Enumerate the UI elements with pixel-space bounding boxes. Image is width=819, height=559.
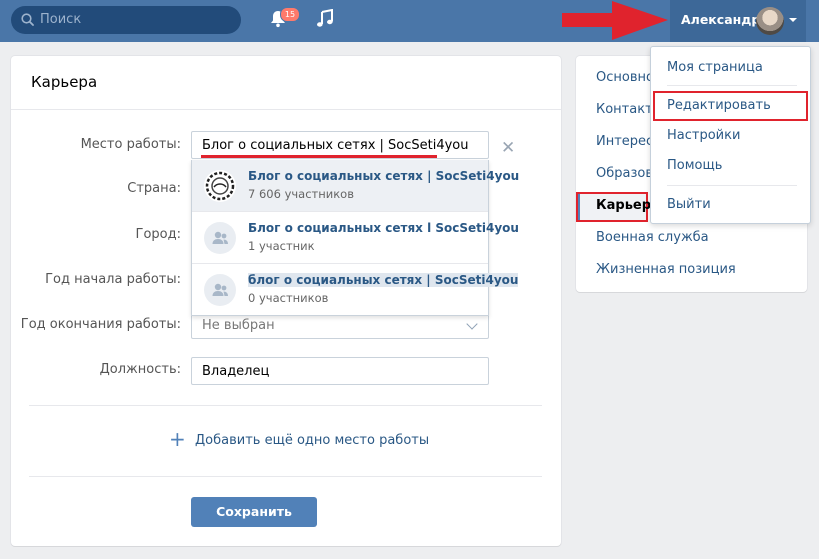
label-workplace: Место работы:	[80, 137, 181, 152]
sidebar-item-military[interactable]: Военная служба	[596, 230, 709, 245]
end-year-value: Не выбран	[202, 318, 275, 333]
chevron-down-icon	[466, 318, 478, 330]
label-end-year: Год окончания работы:	[20, 317, 181, 332]
position-value: Владелец	[202, 364, 270, 379]
group-logo-icon	[204, 170, 236, 202]
suggestion-item[interactable]: Блог о социальных сетях l SocSeti4you 1 …	[192, 212, 519, 263]
divider	[29, 476, 542, 477]
menu-item-logout[interactable]: Выйти	[667, 197, 711, 212]
menu-item-help[interactable]: Помощь	[667, 158, 722, 173]
label-city: Город:	[135, 227, 181, 242]
profile-dropdown: Моя страница Редактировать Настройки Пом…	[650, 46, 811, 224]
sidebar-item-life-position[interactable]: Жизненная позиция	[596, 262, 736, 277]
save-button[interactable]: Сохранить	[191, 497, 317, 527]
chevron-down-icon	[789, 18, 797, 22]
position-input[interactable]: Владелец	[191, 357, 489, 385]
search-input[interactable]: Поиск	[40, 12, 81, 27]
notifications-badge: 15	[280, 7, 300, 22]
search-icon	[21, 13, 34, 26]
user-name: Александр	[681, 12, 761, 27]
top-bar: Поиск 15 Александр	[0, 0, 819, 42]
group-icon	[204, 222, 236, 254]
add-workplace-label: Добавить ещё одно место работы	[195, 433, 430, 448]
active-indicator	[578, 194, 580, 220]
page-title: Карьера	[31, 73, 98, 91]
red-underline-annotation	[201, 155, 437, 158]
red-arrow-annotation	[562, 1, 668, 40]
divider	[667, 85, 797, 86]
divider	[11, 109, 561, 110]
suggestion-members: 1 участник	[248, 239, 315, 253]
label-start-year: Год начала работы:	[45, 272, 181, 287]
suggestion-item[interactable]: Блог о социальных сетях | SocSeti4you 7 …	[192, 160, 519, 211]
label-country: Страна:	[127, 181, 181, 196]
divider	[667, 185, 797, 186]
avatar	[756, 7, 784, 35]
workplace-input[interactable]: Блог о социальных сетях | SocSeti4you	[191, 131, 489, 159]
workplace-suggestions: Блог о социальных сетях | SocSeti4you 7 …	[191, 160, 519, 316]
menu-item-settings[interactable]: Настройки	[667, 128, 740, 143]
suggestion-name: блог о социальных сетях | SocSeti4you	[248, 273, 519, 287]
group-icon	[204, 274, 236, 306]
suggestion-item[interactable]: блог о социальных сетях | SocSeti4you 0 …	[192, 264, 519, 315]
divider	[29, 405, 542, 406]
menu-item-my-page[interactable]: Моя страница	[667, 60, 763, 75]
plus-icon: +	[169, 427, 186, 451]
workplace-value: Блог о социальных сетях | SocSeti4you	[202, 138, 469, 153]
label-position: Должность:	[99, 362, 181, 377]
suggestion-members: 0 участников	[248, 291, 329, 305]
suggestion-members: 7 606 участников	[248, 187, 354, 201]
menu-item-edit[interactable]: Редактировать	[667, 98, 771, 113]
suggestion-name: Блог о социальных сетях | SocSeti4you	[248, 169, 520, 183]
career-card: Карьера Место работы: Страна: Город: Год…	[11, 56, 561, 546]
search-box[interactable]: Поиск	[11, 6, 241, 34]
profile-menu-button[interactable]: Александр	[670, 0, 806, 42]
close-icon[interactable]: ✕	[501, 138, 515, 158]
music-icon[interactable]	[316, 9, 334, 29]
suggestion-name: Блог о социальных сетях l SocSeti4you	[248, 221, 519, 235]
